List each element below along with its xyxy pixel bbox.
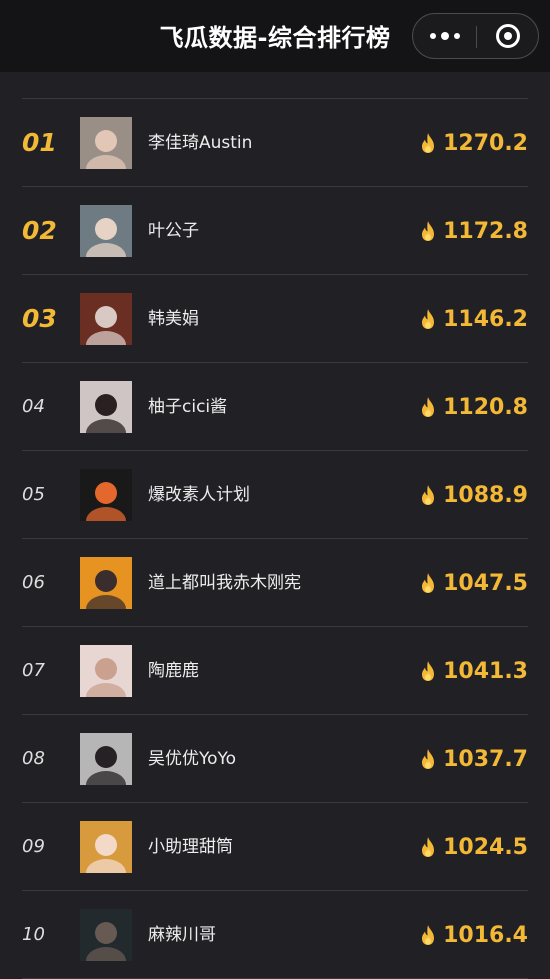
ranking-row[interactable]: 02 叶公子 1172.8 <box>22 187 528 275</box>
creator-name[interactable]: 陶鹿鹿 <box>148 627 199 715</box>
flame-icon <box>422 309 435 329</box>
creator-name[interactable]: 小助理甜筒 <box>148 803 233 891</box>
score-container: 1120.8 <box>419 363 528 451</box>
ranking-row[interactable]: 09 小助理甜筒 1024.5 <box>22 803 528 891</box>
mini-program-capsule <box>412 13 539 59</box>
navigation-bar: 飞瓜数据-综合排行榜 <box>0 0 550 72</box>
creator-name[interactable]: 叶公子 <box>148 187 199 275</box>
score-container: 1024.5 <box>419 803 528 891</box>
creator-name[interactable]: 吴优优YoYo <box>148 715 236 803</box>
avatar[interactable] <box>80 205 132 257</box>
rank-number: 01 <box>22 128 57 157</box>
avatar[interactable] <box>80 733 132 785</box>
avatar[interactable] <box>80 293 132 345</box>
score-container: 1088.9 <box>419 451 528 539</box>
score-container: 1270.2 <box>419 99 528 187</box>
score-value: 1024.5 <box>443 834 528 860</box>
avatar[interactable] <box>80 645 132 697</box>
ranking-row[interactable]: 03 韩美娟 1146.2 <box>22 275 528 363</box>
flame-icon <box>422 485 435 505</box>
score-container: 1172.8 <box>419 187 528 275</box>
score-value: 1270.2 <box>443 130 528 156</box>
avatar[interactable] <box>80 557 132 609</box>
score-value: 1088.9 <box>443 482 528 508</box>
ranking-row[interactable]: 01 李佳琦Austin 1270.2 <box>22 99 528 187</box>
rank-number: 03 <box>22 304 57 333</box>
rank-number: 08 <box>22 748 45 769</box>
rank-number: 07 <box>22 660 45 681</box>
flame-icon <box>422 221 435 241</box>
score-value: 1047.5 <box>443 570 528 596</box>
flame-icon <box>422 925 435 945</box>
flame-icon <box>422 397 435 417</box>
avatar[interactable] <box>80 909 132 961</box>
creator-name[interactable]: 柚子cici酱 <box>148 363 227 451</box>
ranking-row[interactable]: 10 麻辣川哥 1016.4 <box>22 891 528 979</box>
rank-number: 05 <box>22 484 45 505</box>
avatar[interactable] <box>80 117 132 169</box>
creator-name[interactable]: 李佳琦Austin <box>148 99 252 187</box>
score-value: 1120.8 <box>443 394 528 420</box>
flame-icon <box>422 573 435 593</box>
score-value: 1172.8 <box>443 218 528 244</box>
creator-name[interactable]: 道上都叫我赤木刚宪 <box>148 539 301 627</box>
flame-icon <box>422 661 435 681</box>
close-circle-icon[interactable] <box>477 14 539 58</box>
score-value: 1037.7 <box>443 746 528 772</box>
flame-icon <box>422 749 435 769</box>
rank-number: 02 <box>22 216 57 245</box>
more-dots-icon[interactable] <box>413 14 476 58</box>
score-container: 1047.5 <box>419 539 528 627</box>
score-value: 1041.3 <box>443 658 528 684</box>
rank-number: 06 <box>22 572 45 593</box>
score-container: 1041.3 <box>419 627 528 715</box>
score-container: 1016.4 <box>419 891 528 979</box>
rank-number: 09 <box>22 836 45 857</box>
ranking-row[interactable]: 08 吴优优YoYo 1037.7 <box>22 715 528 803</box>
creator-name[interactable]: 韩美娟 <box>148 275 199 363</box>
ranking-row[interactable]: 06 道上都叫我赤木刚宪 1047.5 <box>22 539 528 627</box>
flame-icon <box>422 837 435 857</box>
avatar[interactable] <box>80 469 132 521</box>
rank-number: 04 <box>22 396 45 417</box>
score-container: 1037.7 <box>419 715 528 803</box>
flame-icon <box>422 133 435 153</box>
ranking-row[interactable]: 05 爆改素人计划 1088.9 <box>22 451 528 539</box>
ranking-row[interactable]: 07 陶鹿鹿 1041.3 <box>22 627 528 715</box>
creator-name[interactable]: 麻辣川哥 <box>148 891 216 979</box>
score-value: 1016.4 <box>443 922 528 948</box>
avatar[interactable] <box>80 381 132 433</box>
creator-name[interactable]: 爆改素人计划 <box>148 451 250 539</box>
score-container: 1146.2 <box>419 275 528 363</box>
avatar[interactable] <box>80 821 132 873</box>
rank-number: 10 <box>22 924 45 945</box>
ranking-row[interactable]: 04 柚子cici酱 1120.8 <box>22 363 528 451</box>
score-value: 1146.2 <box>443 306 528 332</box>
